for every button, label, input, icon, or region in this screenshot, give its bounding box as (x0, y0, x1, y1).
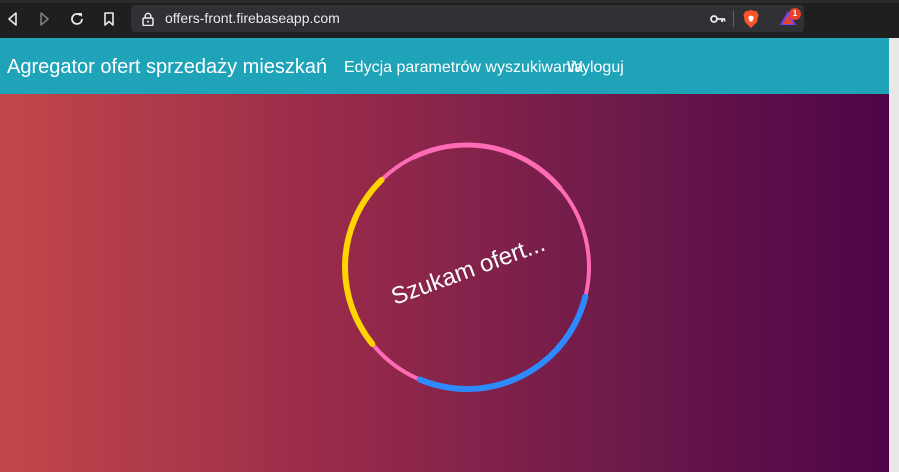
lock-icon[interactable] (142, 12, 154, 26)
scrollbar-track[interactable] (889, 38, 899, 472)
address-bar[interactable]: offers-front.firebaseapp.com 1 (131, 5, 804, 32)
app-brand[interactable]: Agregator ofert sprzedaży mieszkań (7, 56, 327, 79)
rewards-badge: 1 (789, 8, 801, 20)
reload-icon (71, 13, 83, 25)
browser-toolbar: offers-front.firebaseapp.com 1 (0, 0, 899, 38)
back-button[interactable] (2, 8, 24, 30)
nav-link-edit-search[interactable]: Edycja parametrów wyszukiwania (344, 59, 583, 77)
bookmark-button[interactable] (98, 8, 120, 30)
forward-button[interactable] (33, 8, 55, 30)
reload-button[interactable] (66, 8, 88, 30)
loading-spinner: Szukam ofert... (341, 141, 593, 393)
loading-hero: Szukam ofert... (0, 94, 889, 472)
key-icon[interactable] (710, 13, 726, 25)
omnibox-divider (733, 11, 734, 27)
tab-strip-edge (0, 0, 899, 3)
url-text[interactable]: offers-front.firebaseapp.com (165, 10, 340, 26)
app-navbar: Agregator ofert sprzedaży mieszkań Edycj… (0, 38, 889, 94)
forward-icon (40, 12, 49, 26)
back-icon (8, 12, 17, 26)
nav-link-logout[interactable]: Wyloguj (567, 59, 624, 77)
bookmark-icon (104, 12, 114, 26)
brave-shields-icon[interactable] (742, 9, 760, 29)
